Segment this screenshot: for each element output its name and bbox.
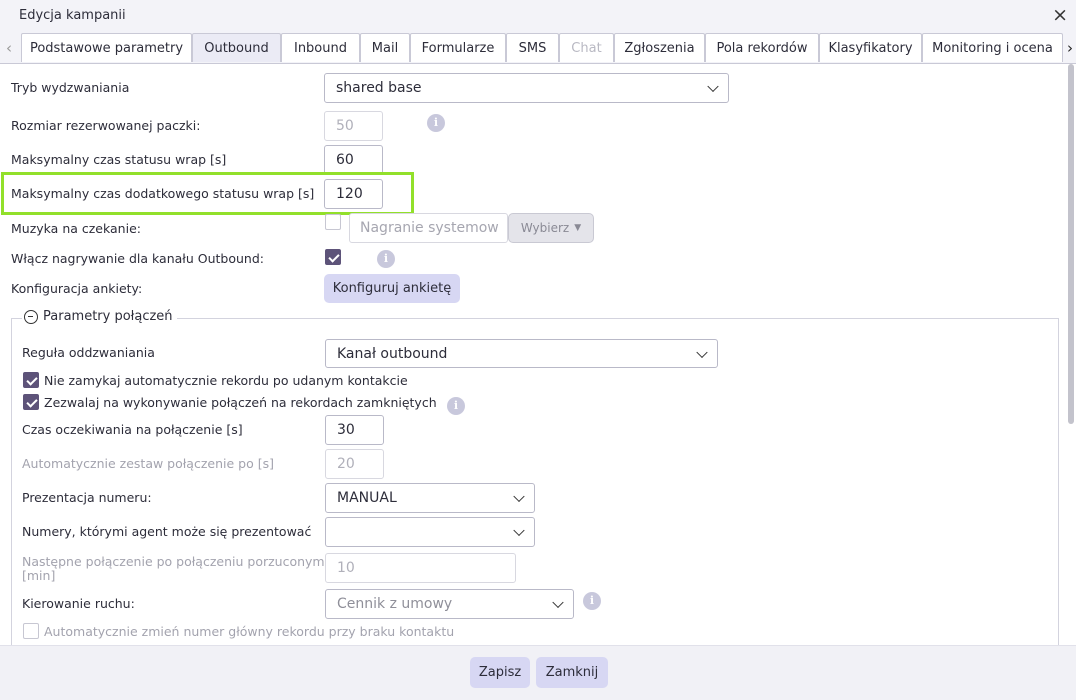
allow-closed-checkbox[interactable] — [23, 394, 39, 410]
tab-bar: ‹ Podstawowe parametry Outbound Inbound … — [0, 33, 1076, 64]
tab-scroll-left-icon[interactable]: ‹ — [2, 37, 16, 59]
tab-sms[interactable]: SMS — [506, 33, 559, 62]
close-button[interactable]: Zamknij — [536, 657, 608, 688]
dialog-title: Edycja kampanii — [19, 8, 126, 23]
tab-pola-rekordow[interactable]: Pola rekordów — [705, 33, 819, 62]
dialing-mode-label: Tryb wydzwaniania — [11, 80, 130, 95]
number-presentation-select[interactable]: MANUAL — [325, 483, 535, 513]
callback-rule-value: Kanał outbound — [337, 345, 448, 362]
save-button[interactable]: Zapisz — [470, 657, 530, 688]
number-presentation-value: MANUAL — [337, 490, 397, 506]
max-extra-wrap-input[interactable]: 120 — [324, 179, 383, 209]
traffic-routing-label: Kierowanie ruchu: — [22, 596, 135, 611]
reserved-batch-label: Rozmiar rezerwowanej paczki: — [11, 118, 201, 133]
next-after-abandon-label-line1: Następne połączenie po połączeniu porzuc… — [22, 554, 325, 569]
agent-numbers-label: Numery, którymi agent może się prezentow… — [22, 524, 312, 539]
auto-connect-label: Automatycznie zestaw połączenie po [s] — [22, 456, 274, 471]
info-icon[interactable]: i — [427, 114, 445, 132]
record-outbound-checkbox[interactable] — [325, 249, 341, 265]
reserved-batch-input: 50 — [324, 111, 383, 141]
caret-down-icon: ▼ — [574, 223, 582, 233]
tab-formularze[interactable]: Formularze — [410, 33, 506, 62]
dialog-footer: Zapisz Zamknij — [0, 645, 1076, 700]
chevron-down-icon — [513, 490, 525, 503]
callback-rule-label: Reguła oddzwaniania — [22, 345, 155, 360]
chevron-down-icon — [707, 80, 719, 93]
info-icon[interactable]: i — [583, 592, 601, 610]
max-extra-wrap-label: Maksymalny czas dodatkowego statusu wrap… — [11, 186, 315, 201]
choose-button: Wybierz ▼ — [508, 213, 594, 243]
auto-change-main-checkbox — [23, 623, 39, 639]
traffic-routing-value: Cennik z umowy — [337, 596, 453, 612]
configure-survey-button[interactable]: Konfiguruj ankietę — [324, 274, 460, 303]
tab-monitoring-i-ocena[interactable]: Monitoring i ocena — [922, 33, 1063, 62]
agent-numbers-select[interactable] — [325, 517, 535, 547]
chevron-down-icon — [513, 524, 525, 537]
number-presentation-label: Prezentacja numeru: — [22, 490, 152, 505]
connection-params-legend[interactable]: Parametry połączeń — [22, 309, 177, 324]
max-wrap-label: Maksymalny czas statusu wrap [s] — [11, 152, 227, 167]
allow-closed-label: Zezwalaj na wykonywanie połączeń na reko… — [44, 395, 437, 410]
connection-params-title: Parametry połączeń — [43, 309, 173, 324]
choose-button-label: Wybierz — [520, 221, 570, 235]
survey-config-label: Konfiguracja ankiety: — [11, 281, 143, 296]
vertical-scrollbar[interactable] — [1068, 64, 1074, 424]
info-icon[interactable]: i — [447, 397, 465, 415]
record-outbound-label: Włącz nagrywanie dla kanału Outbound: — [11, 251, 264, 266]
hold-music-checkbox[interactable] — [325, 214, 341, 230]
tab-inbound[interactable]: Inbound — [281, 33, 360, 62]
traffic-routing-select[interactable]: Cennik z umowy — [325, 589, 574, 619]
tab-podstawowe-parametry[interactable]: Podstawowe parametry — [21, 33, 192, 62]
dialing-mode-value: shared base — [336, 80, 422, 96]
max-wrap-input[interactable]: 60 — [324, 145, 383, 175]
info-icon[interactable]: i — [377, 250, 395, 268]
hold-music-label: Muzyka na czekanie: — [11, 221, 141, 236]
wait-time-label: Czas oczekiwania na połączenie [s] — [22, 422, 243, 437]
collapse-icon[interactable] — [24, 309, 38, 324]
tab-chat: Chat — [559, 33, 614, 62]
next-after-abandon-label-line2: [min] — [22, 568, 56, 583]
dialing-mode-select[interactable]: shared base — [324, 73, 729, 103]
wait-time-input[interactable]: 30 — [325, 415, 384, 445]
no-auto-close-label: Nie zamykaj automatycznie rekordu po uda… — [44, 373, 408, 388]
tab-zgloszenia[interactable]: Zgłoszenia — [614, 33, 705, 62]
chevron-down-icon — [696, 346, 708, 358]
auto-change-main-label: Automatycznie zmień numer główny rekordu… — [44, 624, 455, 639]
tab-outbound[interactable]: Outbound — [192, 33, 281, 62]
tab-scroll-right-icon[interactable]: › — [1063, 37, 1076, 59]
auto-connect-input: 20 — [325, 449, 384, 479]
tab-klasyfikatory[interactable]: Klasyfikatory — [819, 33, 922, 62]
hold-music-field: Nagranie systemow — [349, 213, 508, 243]
dialog-titlebar: Edycja kampanii × — [0, 0, 1076, 34]
next-after-abandon-input: 10 — [325, 553, 516, 583]
tab-mail[interactable]: Mail — [360, 33, 410, 62]
chevron-down-icon — [552, 596, 564, 609]
callback-rule-select[interactable]: Kanał outbound — [325, 339, 718, 368]
no-auto-close-checkbox[interactable] — [23, 372, 39, 388]
close-icon[interactable]: × — [1052, 5, 1068, 25]
